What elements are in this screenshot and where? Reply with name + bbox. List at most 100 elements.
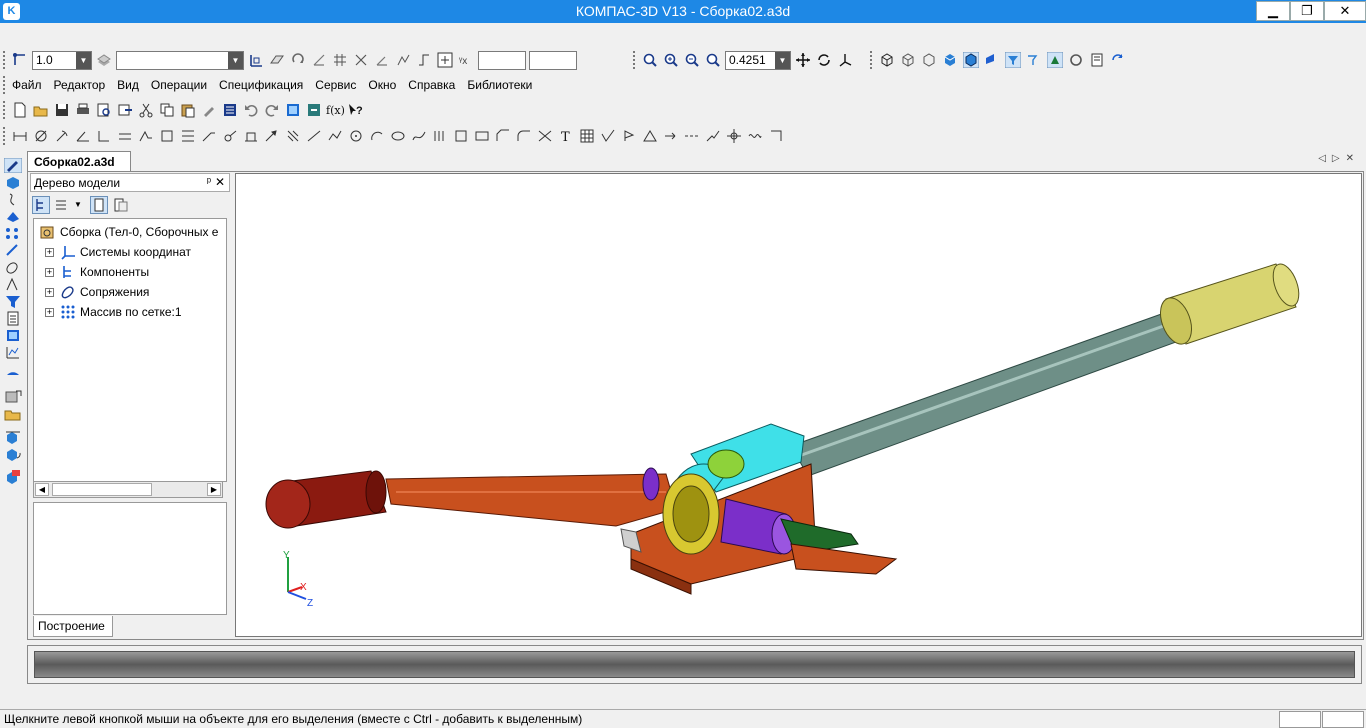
undo-icon[interactable] [242,101,260,119]
menu-specification[interactable]: Спецификация [219,78,303,92]
move-component-icon[interactable] [4,429,22,444]
menu-window[interactable]: Окно [368,78,396,92]
zoom-scale-select[interactable]: 0.4251 ▼ [725,50,791,70]
toolbar-grip[interactable] [3,51,9,69]
tree-page-props-icon[interactable] [111,196,129,214]
tolerance-icon[interactable] [179,127,197,145]
chevron-down-icon[interactable]: ▼ [74,200,82,209]
line-dimension-icon[interactable] [95,127,113,145]
properties-icon[interactable] [221,101,239,119]
export-icon[interactable] [116,101,134,119]
expand-icon[interactable]: + [45,307,54,317]
print-icon[interactable] [74,101,92,119]
menu-file[interactable]: Файл [12,78,42,92]
new-document-icon[interactable] [11,101,29,119]
dimension-icon[interactable] [11,127,29,145]
variables-icon[interactable] [305,101,323,119]
circle-icon[interactable] [347,127,365,145]
open-icon[interactable] [32,101,50,119]
arrow-icon[interactable] [263,127,281,145]
contour-icon[interactable] [452,127,470,145]
tree-item-components[interactable]: + Компоненты [45,262,149,282]
snap-point-icon[interactable] [373,51,391,69]
selection-filter-icon[interactable] [4,294,22,309]
function-icon[interactable]: f(x) [326,101,344,119]
hatch-icon[interactable] [284,127,302,145]
hidden-thin-icon[interactable] [920,51,938,69]
menu-libraries[interactable]: Библиотеки [467,78,532,92]
diameter-dimension-icon[interactable] [32,127,50,145]
copy-icon[interactable] [158,101,176,119]
mark-icon[interactable] [620,127,638,145]
toolbar-grip[interactable] [870,51,876,69]
maximize-button[interactable]: ❐ [1290,1,1324,21]
dimensions-3d-icon[interactable] [4,277,22,292]
chain-dimension-icon[interactable] [116,127,134,145]
model-viewport[interactable]: Y X Z [235,173,1362,637]
pin-icon[interactable]: ᵖ [207,176,211,188]
arc-icon[interactable] [368,127,386,145]
roughness-icon[interactable] [599,127,617,145]
recalc-icon[interactable] [1109,51,1127,69]
assembly-ops-icon[interactable] [4,243,22,258]
rectangle-icon[interactable] [473,127,491,145]
menu-view[interactable]: Вид [117,78,139,92]
wavy-line-icon[interactable] [746,127,764,145]
coord-x-field[interactable] [478,50,526,70]
scroll-left-icon[interactable]: ◀ [35,483,49,496]
layers-icon[interactable] [95,51,113,69]
document-tab[interactable]: Сборка02.a3d [27,151,131,172]
tree-page-icon[interactable] [89,195,108,214]
help-pointer-icon[interactable]: ? [347,101,365,119]
marker-icon[interactable] [242,127,260,145]
rough-icon[interactable] [137,127,155,145]
menu-grip[interactable] [3,76,9,94]
trim-icon[interactable] [536,127,554,145]
toolbar-grip[interactable] [3,101,9,119]
shaded-edges-icon[interactable] [962,51,980,69]
wireframe-icon[interactable] [878,51,896,69]
segment-icon[interactable] [305,127,323,145]
tab-construction[interactable]: Построение [33,616,113,637]
rotate-view-icon[interactable] [815,51,833,69]
text-icon[interactable]: T [557,127,575,145]
position-icon[interactable] [221,127,239,145]
menu-operations[interactable]: Операции [151,78,207,92]
measure-icon[interactable] [4,345,22,360]
hidden-lines-icon[interactable] [899,51,917,69]
tree-root[interactable]: Сборка (Тел-0, Сборочных е [39,222,218,242]
zoom-scale-icon[interactable] [704,51,722,69]
grid-icon[interactable] [331,51,349,69]
equidistant-icon[interactable] [431,127,449,145]
menu-edit[interactable]: Редактор [54,78,106,92]
style-select[interactable]: ▼ [116,50,244,70]
reports-icon[interactable] [4,328,22,343]
assembly-model[interactable]: Y X Z [236,174,1361,636]
rotate-tool-icon[interactable] [289,51,307,69]
zoom-in-icon[interactable] [662,51,680,69]
break-line-icon[interactable] [704,127,722,145]
arrays-icon[interactable] [4,226,22,241]
weld-icon[interactable] [641,127,659,145]
tree-item-coord-systems[interactable]: + Системы координат [45,242,191,262]
spline-icon[interactable] [410,127,428,145]
specification-icon[interactable] [4,311,22,326]
snap-icon[interactable] [11,51,29,69]
tab-scroll-arrows[interactable]: ◁▷✕ [1318,153,1360,164]
view-arrow-icon[interactable] [662,127,680,145]
shaded-icon[interactable] [941,51,959,69]
zoom-all-icon[interactable] [641,51,659,69]
fillet-icon[interactable] [515,127,533,145]
coord-y-field[interactable] [529,50,577,70]
manager-icon[interactable] [1067,51,1085,69]
angle-icon[interactable] [310,51,328,69]
expand-icon[interactable]: + [45,267,54,277]
surfaces-icon[interactable] [4,209,22,224]
expand-icon[interactable]: + [45,287,54,297]
preview-icon[interactable] [95,101,113,119]
format-painter-icon[interactable] [200,101,218,119]
scroll-thumb[interactable] [52,483,152,496]
document-props-icon[interactable] [1088,51,1106,69]
cut-icon[interactable] [137,101,155,119]
tree-hscrollbar[interactable]: ◀ ▶ [33,481,223,498]
